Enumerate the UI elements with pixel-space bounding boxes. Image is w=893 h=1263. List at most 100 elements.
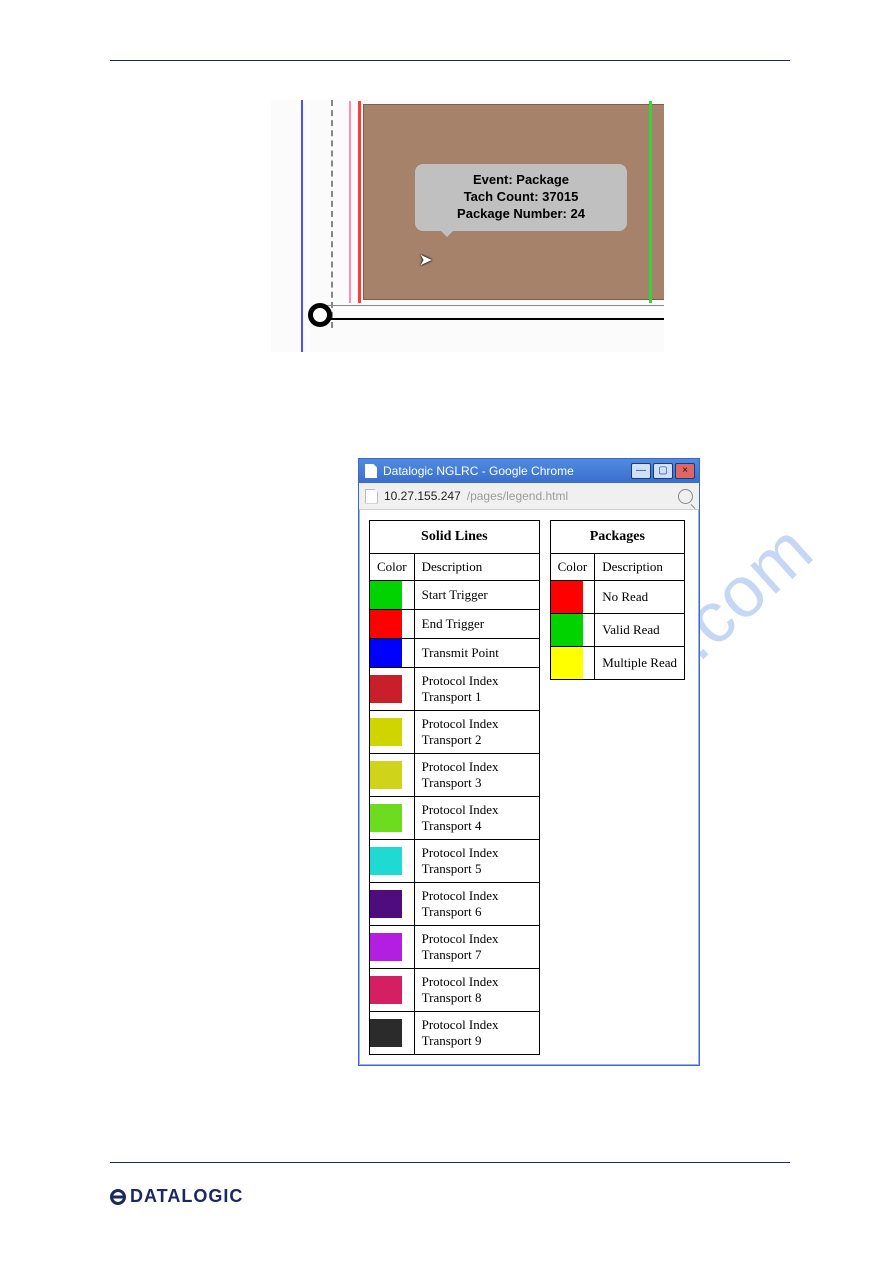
sensor-icon (308, 303, 332, 327)
search-icon[interactable] (678, 489, 693, 504)
color-swatch-cell (370, 883, 415, 926)
description-cell: Transmit Point (414, 639, 539, 668)
package-end-edge (649, 101, 652, 303)
window-buttons: — ▢ × (631, 463, 695, 479)
color-swatch-cell (370, 926, 415, 969)
color-swatch (370, 581, 402, 609)
dashed-vertical-guide (331, 100, 333, 328)
description-cell: Valid Read (595, 614, 685, 647)
description-cell: Protocol Index Transport 5 (414, 840, 539, 883)
table-row: Protocol Index Transport 5 (370, 840, 540, 883)
color-swatch (370, 1019, 402, 1047)
description-cell: Start Trigger (414, 581, 539, 610)
url-host: 10.27.155.247 (384, 489, 461, 503)
axis-vertical (301, 100, 303, 352)
description-cell: Protocol Index Transport 1 (414, 668, 539, 711)
header-desc: Description (414, 554, 539, 581)
table-row: Protocol Index Transport 7 (370, 926, 540, 969)
table-row: Protocol Index Transport 9 (370, 1012, 540, 1055)
color-swatch (370, 933, 402, 961)
page-icon (365, 464, 377, 478)
package-tooltip-figure: Event: Package Tach Count: 37015 Package… (271, 100, 664, 352)
description-cell: Multiple Read (595, 647, 685, 680)
tooltip-line-event: Event: Package (425, 172, 617, 189)
color-swatch-cell (370, 711, 415, 754)
color-swatch (370, 718, 402, 746)
table-title: Solid Lines (370, 521, 540, 554)
color-swatch-cell (370, 797, 415, 840)
table-row: Protocol Index Transport 6 (370, 883, 540, 926)
color-swatch-cell (550, 647, 595, 680)
color-swatch-cell (370, 754, 415, 797)
header-color: Color (370, 554, 415, 581)
table-row: Protocol Index Transport 3 (370, 754, 540, 797)
description-cell: Protocol Index Transport 4 (414, 797, 539, 840)
tooltip-line-tach: Tach Count: 37015 (425, 189, 617, 206)
maximize-button[interactable]: ▢ (653, 463, 673, 479)
color-swatch-cell (550, 581, 595, 614)
color-swatch-cell (370, 840, 415, 883)
description-cell: Protocol Index Transport 8 (414, 969, 539, 1012)
color-swatch (370, 976, 402, 1004)
canvas-area: Event: Package Tach Count: 37015 Package… (271, 100, 664, 352)
table-row: Protocol Index Transport 1 (370, 668, 540, 711)
description-cell: End Trigger (414, 610, 539, 639)
tooltip-line-pkgnum: Package Number: 24 (425, 206, 617, 223)
color-swatch-cell (370, 610, 415, 639)
color-swatch-cell (370, 668, 415, 711)
color-swatch-cell (370, 1012, 415, 1055)
footer-rule (110, 1162, 790, 1163)
color-swatch (370, 675, 402, 703)
window-title: Datalogic NGLRC - Google Chrome (383, 464, 625, 478)
description-cell: Protocol Index Transport 9 (414, 1012, 539, 1055)
url-path: /pages/legend.html (467, 489, 568, 503)
color-swatch-cell (370, 639, 415, 668)
minimize-button[interactable]: — (631, 463, 651, 479)
table-header-row: Color Description (370, 554, 540, 581)
window-titlebar[interactable]: Datalogic NGLRC - Google Chrome — ▢ × (359, 459, 699, 483)
table-row: Multiple Read (550, 647, 684, 680)
table-row: End Trigger (370, 610, 540, 639)
description-cell: No Read (595, 581, 685, 614)
table-title-row: Solid Lines (370, 521, 540, 554)
document-page: Event: Package Tach Count: 37015 Package… (0, 0, 893, 1263)
conveyor-baseline (319, 318, 664, 320)
address-bar[interactable]: 10.27.155.247/pages/legend.html (359, 483, 699, 510)
color-swatch (551, 581, 583, 613)
table-row: Valid Read (550, 614, 684, 647)
color-swatch (370, 890, 402, 918)
color-swatch (551, 614, 583, 646)
color-swatch-cell (370, 581, 415, 610)
description-cell: Protocol Index Transport 2 (414, 711, 539, 754)
table-row: Protocol Index Transport 2 (370, 711, 540, 754)
package-tooltip: Event: Package Tach Count: 37015 Package… (415, 164, 627, 231)
color-swatch (370, 610, 402, 638)
brand-logo-text: DATALOGIC (130, 1186, 243, 1207)
color-swatch (370, 847, 402, 875)
page-icon (365, 489, 378, 504)
package-start-edge (358, 101, 361, 303)
legend-content: Solid Lines Color Description Start Trig… (359, 510, 699, 1065)
header-color: Color (550, 554, 595, 581)
header-desc: Description (595, 554, 685, 581)
header-rule (110, 60, 790, 61)
color-swatch (551, 647, 583, 679)
table-row: Start Trigger (370, 581, 540, 610)
color-swatch (370, 804, 402, 832)
close-button[interactable]: × (675, 463, 695, 479)
package-edge-pink (349, 101, 351, 303)
table-row: Transmit Point (370, 639, 540, 668)
color-swatch (370, 639, 402, 667)
color-swatch (370, 761, 402, 789)
table-row: Protocol Index Transport 4 (370, 797, 540, 840)
brand-logo: DATALOGIC (110, 1186, 243, 1207)
table-title-row: Packages (550, 521, 684, 554)
description-cell: Protocol Index Transport 3 (414, 754, 539, 797)
solid-lines-table: Solid Lines Color Description Start Trig… (369, 520, 540, 1055)
table-row: Protocol Index Transport 8 (370, 969, 540, 1012)
chrome-popup-window: Datalogic NGLRC - Google Chrome — ▢ × 10… (358, 458, 700, 1066)
mouse-cursor-icon: ➤ (419, 250, 432, 270)
description-cell: Protocol Index Transport 7 (414, 926, 539, 969)
table-row: No Read (550, 581, 684, 614)
table-title: Packages (550, 521, 684, 554)
